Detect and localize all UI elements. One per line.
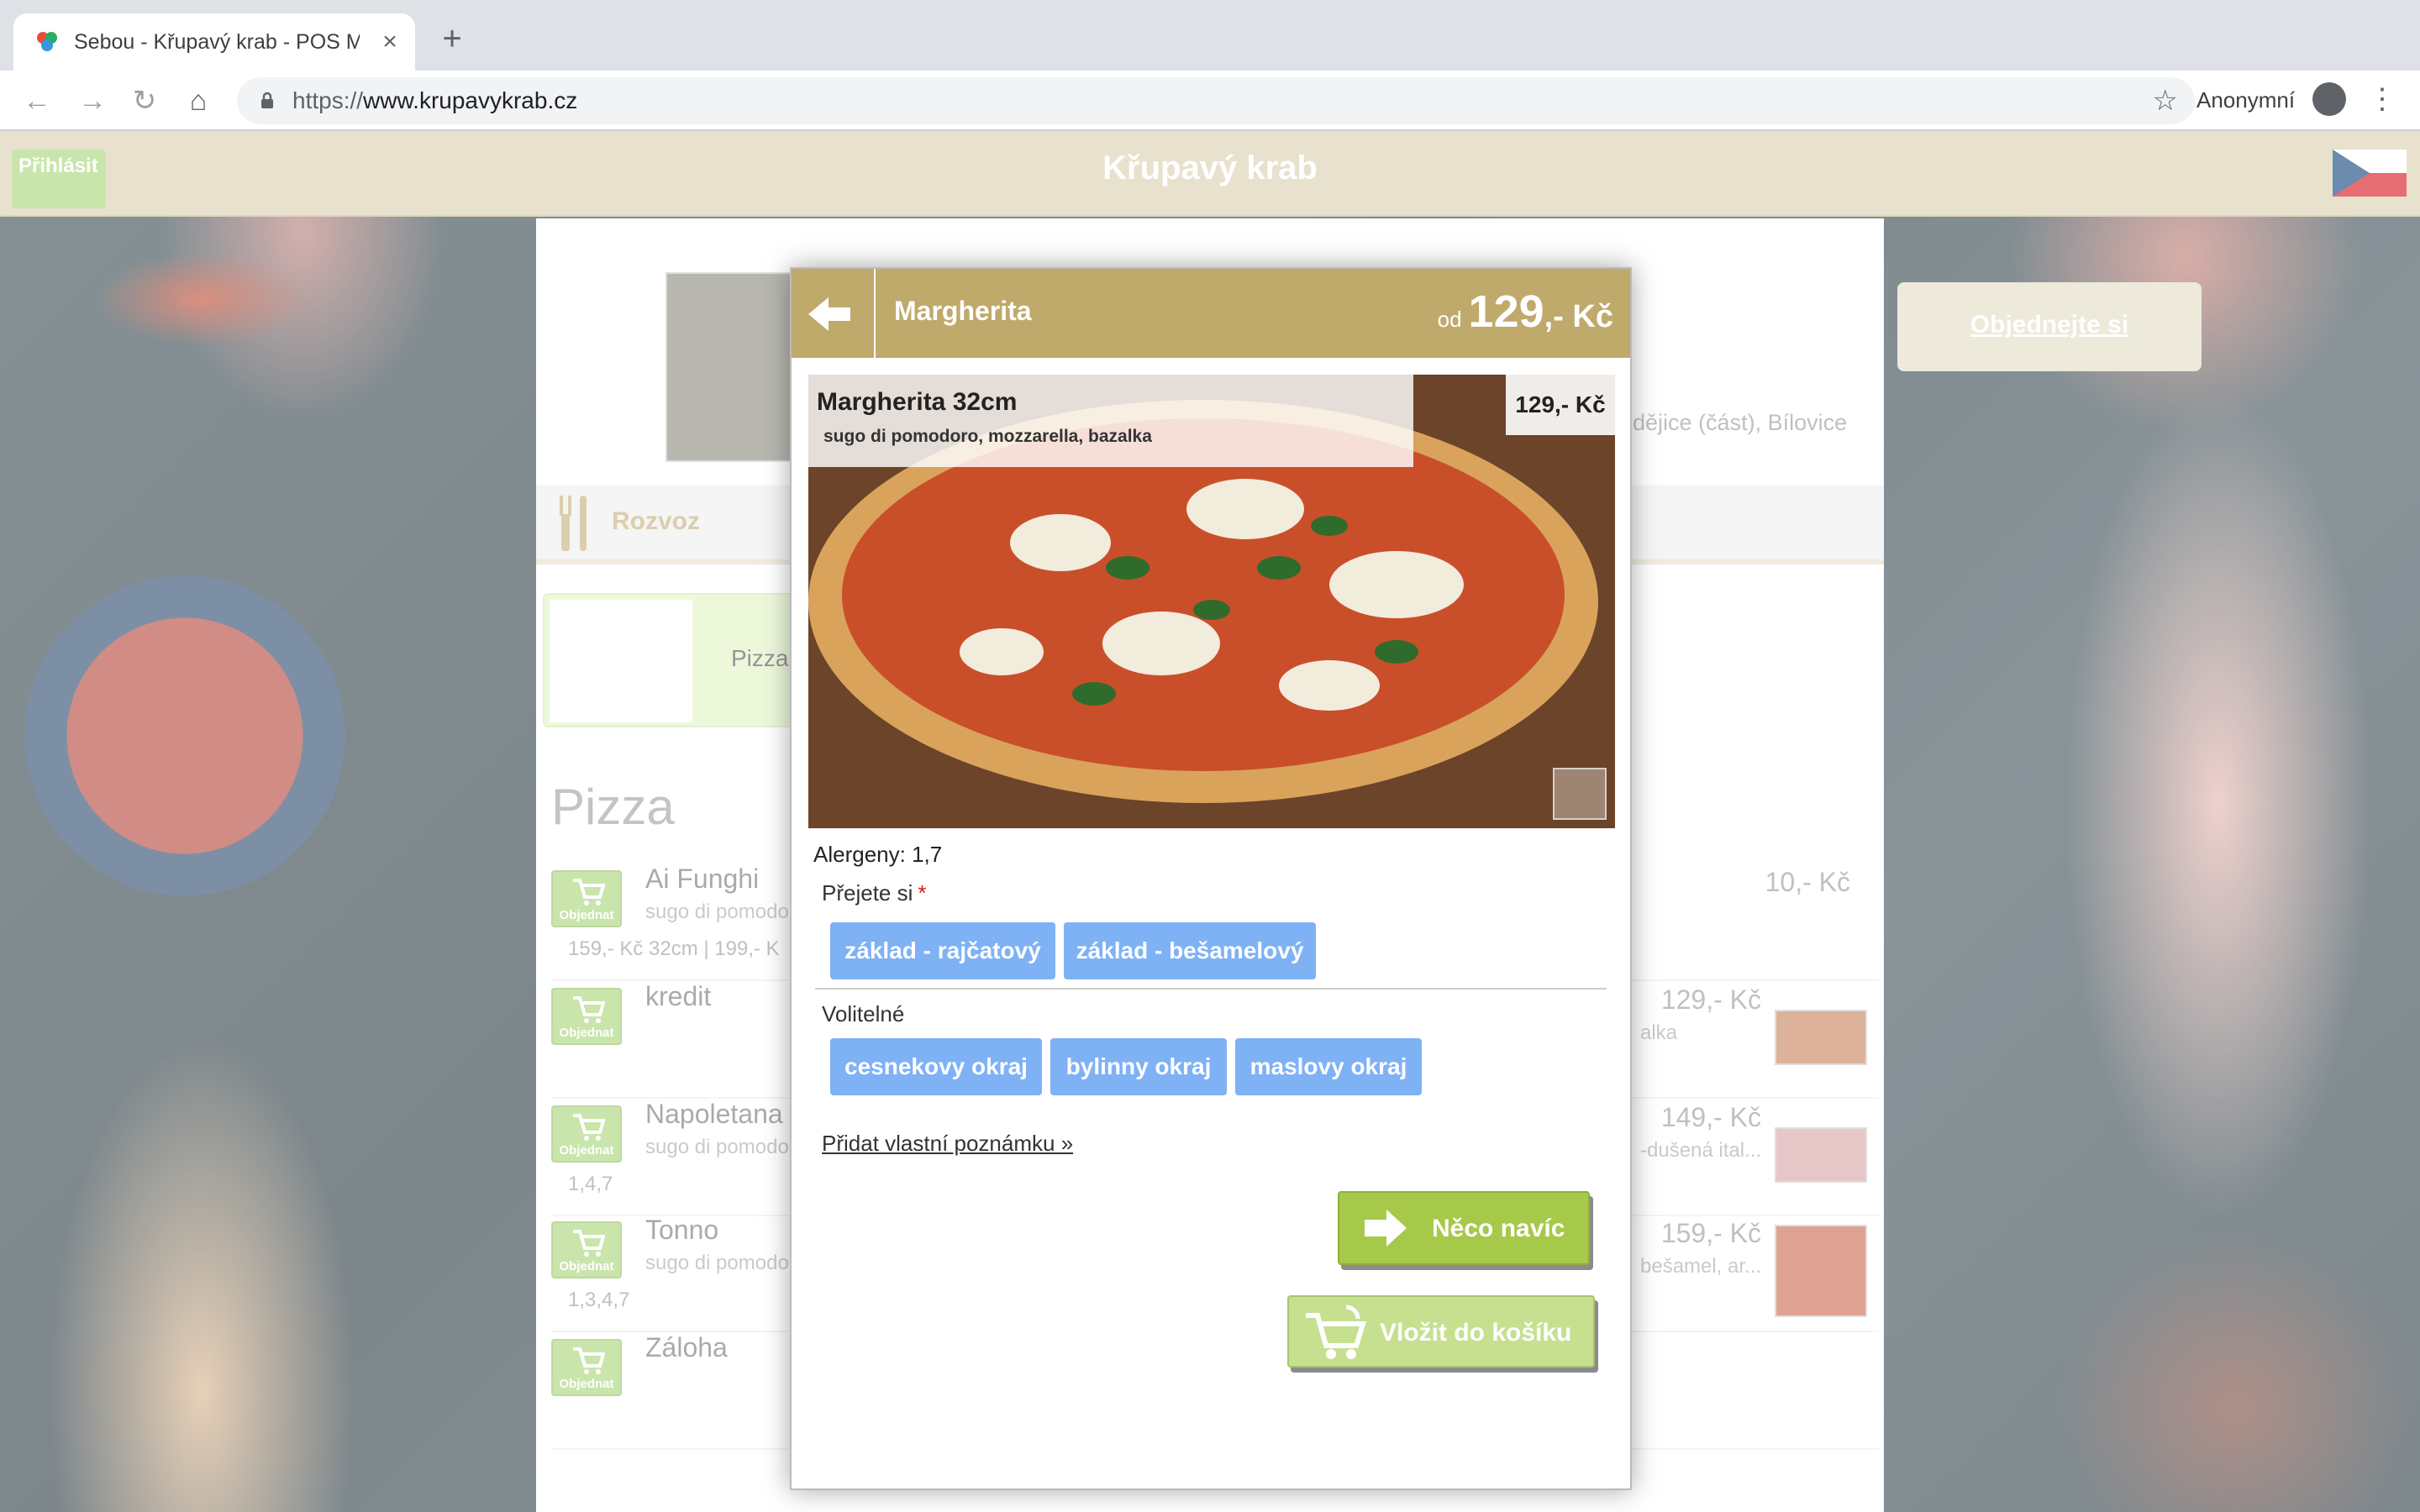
modal-back-button[interactable]: [792, 269, 876, 358]
product-name: Margherita 32cm: [817, 388, 1018, 416]
home-icon[interactable]: ⌂: [182, 84, 215, 118]
product-price: 129,- Kč: [1506, 375, 1615, 435]
product-image: Margherita 32cm sugo di pomodoro, mozzar…: [808, 375, 1615, 828]
tab-close-icon[interactable]: ×: [376, 29, 403, 55]
forward-arrow-icon[interactable]: →: [76, 84, 109, 118]
back-arrow-icon[interactable]: ←: [20, 84, 54, 118]
option-herb-crust[interactable]: bylinny okraj: [1050, 1038, 1227, 1095]
option-base-tomato[interactable]: základ - rajčatový: [830, 922, 1055, 979]
required-mark: *: [918, 880, 927, 906]
profile-label: Anonymní: [2196, 87, 2296, 113]
reload-icon[interactable]: ↻: [128, 84, 161, 118]
modal-header: Margherita od 129,- Kč: [792, 269, 1630, 358]
lock-icon: [261, 92, 273, 108]
address-bar[interactable]: https://www.krupavykrab.cz ☆: [237, 77, 2195, 124]
add-to-cart-button[interactable]: Vložit do košíku: [1287, 1295, 1595, 1368]
add-note-link[interactable]: Přidat vlastní poznámku »: [822, 1131, 1073, 1157]
new-tab-icon[interactable]: +: [435, 22, 469, 55]
browser-tabstrip: Sebou - Křupavý krab - POS M × +: [0, 0, 2420, 71]
product-description: sugo di pomodoro, mozzarella, bazalka: [823, 427, 1152, 446]
base-options-label: Přejete si *: [822, 880, 927, 906]
incognito-icon[interactable]: [2312, 82, 2346, 116]
option-base-bechamel[interactable]: základ - bešamelový: [1064, 922, 1316, 979]
option-butter-crust[interactable]: maslovy okraj: [1235, 1038, 1422, 1095]
url-text: https://www.krupavykrab.cz: [292, 87, 578, 113]
optional-options-label: Volitelné: [822, 1001, 905, 1026]
expand-image-icon[interactable]: [1553, 768, 1607, 820]
product-modal: Margherita od 129,- Kč Margherita 32cm su…: [790, 267, 1632, 1490]
back-arrow-icon: [808, 297, 850, 331]
browser-menu-icon[interactable]: ⋮: [2368, 82, 2396, 116]
browser-tab[interactable]: Sebou - Křupavý krab - POS M ×: [13, 13, 415, 71]
right-arrow-icon: [1365, 1210, 1407, 1247]
tab-title: Sebou - Křupavý krab - POS M: [74, 30, 360, 54]
cart-icon: [1306, 1305, 1367, 1359]
option-garlic-crust[interactable]: cesnekovy okraj: [830, 1038, 1042, 1095]
extra-button[interactable]: Něco navíc: [1338, 1191, 1590, 1265]
allergens-text: Alergeny: 1,7: [813, 842, 943, 867]
product-caption: Margherita 32cm sugo di pomodoro, mozzar…: [808, 375, 1413, 467]
browser-toolbar: ← → ↻ ⌂ https://www.krupavykrab.cz ☆ Ano…: [0, 71, 2420, 131]
options-divider: [815, 988, 1607, 990]
modal-title: Margherita: [894, 296, 1032, 326]
bookmark-star-icon[interactable]: ☆: [2153, 84, 2178, 118]
modal-price: od 129,- Kč: [1437, 286, 1613, 337]
site-favicon-icon: [37, 32, 57, 51]
